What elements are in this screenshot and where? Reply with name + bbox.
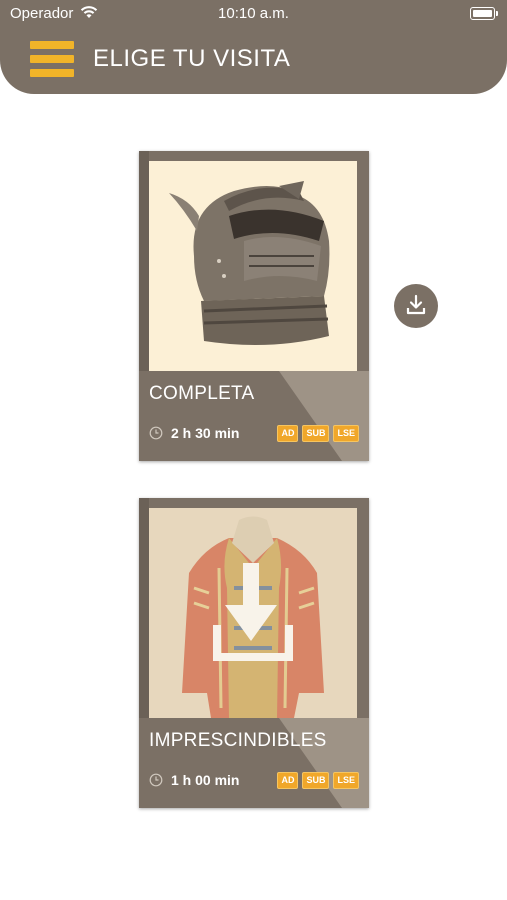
clock-icon <box>149 773 163 787</box>
tour-duration: 1 h 00 min <box>171 772 240 788</box>
armor-helmet-image <box>149 161 357 371</box>
status-bar: Operador 10:10 a.m. <box>0 0 507 30</box>
tour-title: COMPLETA <box>149 383 255 404</box>
badge-audio-description: AD <box>277 425 299 442</box>
clock-icon <box>149 426 163 440</box>
battery-icon <box>470 7 498 20</box>
badge-sign-language: LSE <box>333 772 359 789</box>
hamburger-menu-icon[interactable] <box>30 41 74 77</box>
tour-title: IMPRESCINDIBLES <box>149 730 327 751</box>
tour-card-imprescindibles[interactable]: IMPRESCINDIBLES 1 h 00 min AD SUB LSE <box>139 498 369 808</box>
download-arrow-icon <box>213 563 293 661</box>
accessibility-badges: AD SUB LSE <box>277 772 359 789</box>
accessibility-badges: AD SUB LSE <box>277 425 359 442</box>
clock-time: 10:10 a.m. <box>218 5 289 22</box>
badge-sign-language: LSE <box>333 425 359 442</box>
tour-duration: 2 h 30 min <box>171 425 240 441</box>
download-icon <box>406 294 426 315</box>
tour-card-completa[interactable]: COMPLETA 2 h 30 min AD SUB LSE <box>139 151 369 461</box>
badge-audio-description: AD <box>277 772 299 789</box>
badge-subtitles: SUB <box>302 425 330 442</box>
app-header: ELIGE TU VISITA <box>0 28 507 94</box>
page-title: ELIGE TU VISITA <box>93 45 291 72</box>
download-button[interactable] <box>394 284 438 328</box>
badge-subtitles: SUB <box>302 772 330 789</box>
